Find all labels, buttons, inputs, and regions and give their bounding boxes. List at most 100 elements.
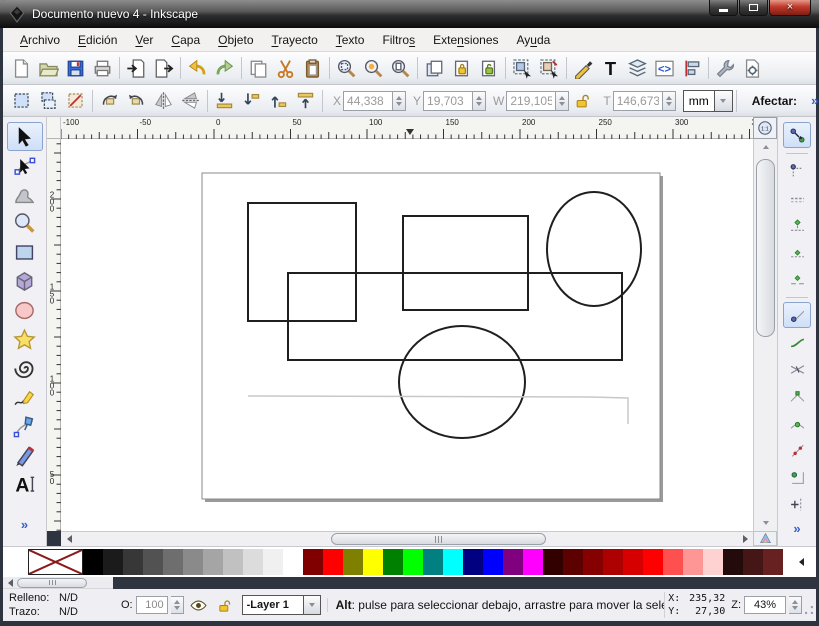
opacity-input[interactable] (135, 596, 168, 614)
scroll-up-button[interactable] (754, 139, 777, 155)
palette-swatch-none[interactable] (28, 549, 83, 575)
snap-smooth-nodes-button[interactable] (783, 410, 811, 436)
palette-swatch[interactable] (523, 549, 543, 575)
palette-scroll-left-button[interactable] (3, 577, 17, 589)
ellipse-tool-button[interactable] (7, 296, 43, 325)
palette-scroll-thumb[interactable] (17, 577, 87, 588)
bezier-tool-button[interactable] (7, 412, 43, 441)
opacity-spinner[interactable] (170, 596, 184, 614)
menu-capa[interactable]: Capa (162, 30, 209, 50)
tool-controls-expander[interactable]: » (811, 93, 818, 108)
palette-swatch[interactable] (663, 549, 683, 575)
align-distribute-button[interactable] (678, 55, 705, 81)
palette-swatch[interactable] (183, 549, 203, 575)
duplicate-button[interactable] (421, 55, 448, 81)
menu-archivo[interactable]: Archivo (11, 30, 69, 50)
w-spinner[interactable] (556, 90, 570, 111)
horizontal-scroll-thumb[interactable] (331, 533, 546, 545)
palette-scroll-back-button[interactable] (794, 549, 808, 575)
palette-swatch[interactable] (583, 549, 603, 575)
scroll-right-button[interactable] (737, 532, 753, 546)
palette-swatch[interactable] (363, 549, 383, 575)
menu-texto[interactable]: Texto (327, 30, 374, 50)
palette-swatch[interactable] (343, 549, 363, 575)
tweak-tool-button[interactable] (7, 180, 43, 209)
lock-width-height-button[interactable] (569, 88, 596, 114)
calligraphy-tool-button[interactable] (7, 441, 43, 470)
raise-to-top-button[interactable] (292, 88, 319, 114)
create-clone-button[interactable] (448, 55, 475, 81)
document-properties-button[interactable] (739, 55, 766, 81)
zoom-input[interactable]: 43% (744, 596, 786, 614)
flip-horizontal-button[interactable] (150, 88, 177, 114)
export-png-button[interactable] (150, 55, 177, 81)
snap-bbox-centers-button[interactable] (783, 266, 811, 292)
save-document-button[interactable] (62, 55, 89, 81)
lower-to-bottom-button[interactable] (211, 88, 238, 114)
zoom-spinner[interactable] (789, 596, 802, 614)
palette-swatch[interactable] (103, 549, 123, 575)
pencil-tool-button[interactable] (7, 383, 43, 412)
rectangle-tool-button[interactable] (7, 238, 43, 267)
layer-dropdown-button[interactable] (303, 595, 321, 615)
menu-extensiones[interactable]: Extensiones (424, 30, 507, 50)
palette-swatch[interactable] (303, 549, 323, 575)
inkscape-preferences-button[interactable] (712, 55, 739, 81)
menu-filtros[interactable]: Filtros (373, 30, 424, 50)
palette-swatch[interactable] (83, 549, 103, 575)
snap-bbox-button[interactable] (783, 158, 811, 184)
spiral-tool-button[interactable] (7, 354, 43, 383)
palette-swatch[interactable] (243, 549, 263, 575)
palette-swatch[interactable] (743, 549, 763, 575)
palette-swatch[interactable] (143, 549, 163, 575)
t-spinner[interactable] (662, 90, 676, 111)
layer-name[interactable]: - Layer 1 (241, 595, 304, 615)
x-input[interactable] (343, 90, 394, 111)
open-document-button[interactable] (35, 55, 62, 81)
text-dialog-button[interactable]: T (597, 55, 624, 81)
palette-swatch[interactable] (263, 549, 283, 575)
canvas[interactable] (61, 139, 753, 531)
rotate-ccw-button[interactable] (96, 88, 123, 114)
vertical-scroll-thumb[interactable] (756, 159, 775, 337)
select-all-button[interactable] (8, 88, 35, 114)
import-image-button[interactable] (123, 55, 150, 81)
snap-path-intersections-button[interactable] (783, 356, 811, 382)
snap-line-midpoints-button[interactable] (783, 437, 811, 463)
fill-stroke-indicator[interactable]: Relleno: N/D Trazo: N/D (3, 591, 121, 619)
print-document-button[interactable] (89, 55, 116, 81)
palette-scrollbar[interactable] (3, 577, 113, 589)
palette-swatch[interactable] (283, 549, 303, 575)
zoom-selection-button[interactable] (333, 55, 360, 81)
zoom-drawing-button[interactable] (360, 55, 387, 81)
palette-swatch[interactable] (323, 549, 343, 575)
deselect-button[interactable] (62, 88, 89, 114)
menu-edicin[interactable]: Edición (69, 30, 126, 50)
box3d-tool-button[interactable] (7, 267, 43, 296)
y-input[interactable] (423, 90, 474, 111)
xml-editor-button[interactable]: <> (651, 55, 678, 81)
palette-swatch[interactable] (643, 549, 663, 575)
fill-stroke-dialog-button[interactable] (570, 55, 597, 81)
palette-swatch[interactable] (503, 549, 523, 575)
zoom-page-button[interactable] (387, 55, 414, 81)
palette-swatch[interactable] (683, 549, 703, 575)
raise-one-step-button[interactable] (265, 88, 292, 114)
maximize-button[interactable] (739, 0, 768, 16)
palette-swatch[interactable] (123, 549, 143, 575)
close-button[interactable]: × (769, 0, 811, 16)
snapbar-expander[interactable]: » (793, 521, 800, 546)
rotate-cw-button[interactable] (123, 88, 150, 114)
layers-dialog-button[interactable] (624, 55, 651, 81)
snap-enable-button[interactable] (783, 122, 811, 148)
flip-vertical-button[interactable] (177, 88, 204, 114)
w-input[interactable] (506, 90, 557, 111)
snap-cusp-nodes-button[interactable] (783, 383, 811, 409)
copy-button[interactable] (245, 55, 272, 81)
palette-swatch[interactable] (603, 549, 623, 575)
menu-trayecto[interactable]: Trayecto (263, 30, 327, 50)
palette-swatch[interactable] (483, 549, 503, 575)
palette-swatch[interactable] (223, 549, 243, 575)
color-management-button[interactable] (753, 531, 777, 546)
palette-swatch[interactable] (463, 549, 483, 575)
